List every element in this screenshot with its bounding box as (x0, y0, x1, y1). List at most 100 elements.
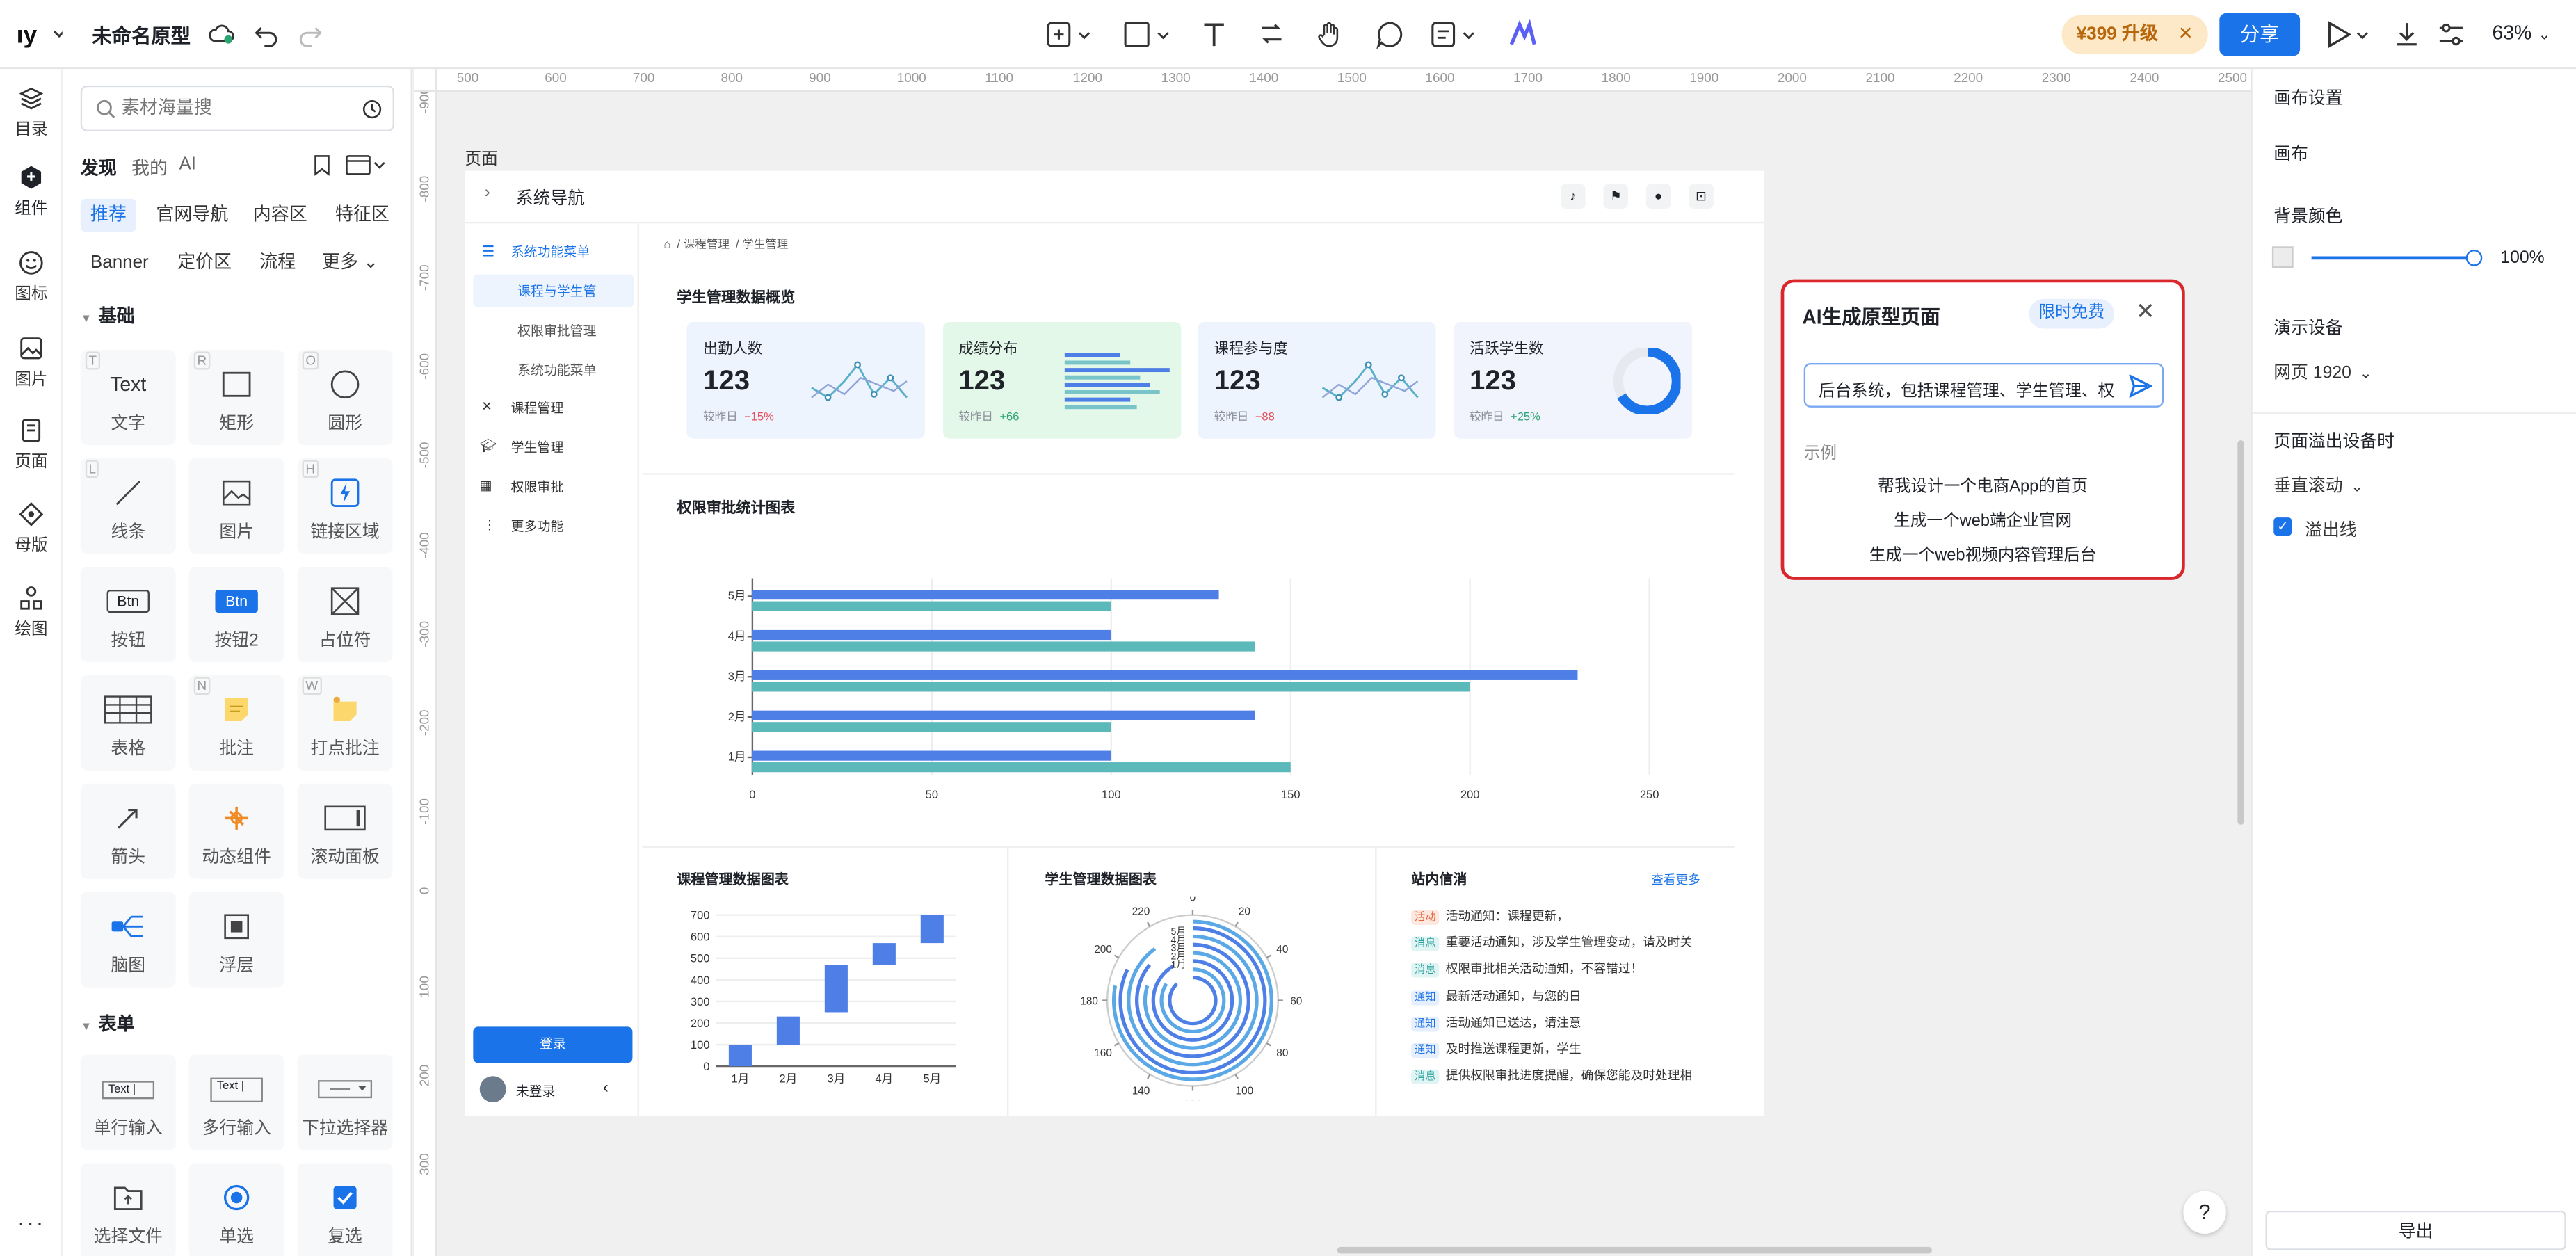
component-text[interactable]: T Text 文字 (80, 350, 176, 446)
component-dynamic-component[interactable]: 动态组件 (188, 783, 284, 879)
stat-card[interactable]: 成绩分布 123 较昨日 +66 (942, 321, 1181, 439)
upgrade-badge[interactable]: ¥399 升级 ✕ (2061, 15, 2208, 54)
note-tool-icon[interactable] (1431, 19, 1480, 49)
close-upgrade-icon[interactable]: ✕ (2178, 15, 2193, 54)
rail-item-draw[interactable]: 绘图 (0, 585, 63, 639)
flag-icon[interactable]: ⚑ (1603, 184, 1628, 209)
message-item[interactable]: 通知 最新活动通知，与您的日 (1411, 987, 1581, 1005)
rail-item-components[interactable]: 组件 (0, 164, 63, 218)
example-item[interactable]: 生成一个web视频内容管理后台 (1784, 540, 2182, 565)
chip-banner[interactable]: Banner (81, 246, 159, 279)
rail-item-icons[interactable]: 图标 (0, 250, 63, 304)
rectangle-tool-icon[interactable] (1124, 19, 1173, 49)
collapse-chevron-icon[interactable]: ‹ (603, 1079, 609, 1097)
component-mindmap[interactable]: 脑图 (80, 892, 176, 988)
music-icon[interactable]: ♪ (1561, 184, 1586, 209)
export-button[interactable]: 导出 (2265, 1210, 2566, 1250)
preview-play-icon[interactable] (2325, 19, 2374, 49)
bg-color-swatch[interactable] (2271, 246, 2294, 268)
stat-card[interactable]: 课程参与度 123 较昨日 −88 (1198, 321, 1436, 439)
ai-prompt-input[interactable]: 后台系统，包括课程管理、学生管理、权 (1803, 363, 2164, 408)
component-file-select[interactable]: 选择文件 (80, 1163, 176, 1256)
doc-title[interactable]: 未命名原型 (92, 22, 191, 49)
search-box[interactable] (80, 85, 394, 131)
download-icon[interactable] (2392, 19, 2422, 49)
vertical-scrollbar[interactable] (2237, 440, 2244, 825)
opacity-slider-handle[interactable] (2465, 250, 2483, 266)
hand-tool-icon[interactable] (1316, 19, 1346, 49)
overflow-select[interactable]: 垂直滚动 ⌄ (2273, 473, 2363, 497)
opacity-slider-track[interactable] (2311, 256, 2473, 260)
insert-icon[interactable] (1045, 19, 1094, 49)
tab-ai[interactable]: AI (179, 154, 196, 174)
search-input[interactable] (121, 93, 352, 124)
component-overlay[interactable]: 浮层 (188, 892, 284, 988)
component-radio[interactable]: 单选 (188, 1163, 284, 1256)
user-circle-icon[interactable]: ● (1645, 184, 1671, 209)
component-dropdown-select[interactable]: 下拉选择器 (297, 1054, 393, 1150)
close-icon[interactable]: ✕ (2136, 298, 2155, 325)
rail-item-directory[interactable]: 目录 (0, 86, 63, 140)
device-select[interactable]: 网页 1920 ⌄ (2273, 360, 2372, 384)
inbox-more-link[interactable]: 查看更多 (1651, 871, 1700, 889)
redo-icon[interactable] (296, 19, 325, 49)
proto-login-button[interactable]: 登录 (473, 1026, 633, 1063)
tab-mine[interactable]: 我的 (131, 154, 168, 181)
section-form[interactable]: ▼ 表单 (81, 1011, 135, 1037)
overflow-line-checkbox[interactable]: ✓ (2273, 517, 2292, 536)
rail-more-button[interactable]: ··· (0, 1209, 63, 1236)
component-scroll-panel[interactable]: 滚动面板 (297, 783, 393, 879)
message-item[interactable]: 通知 活动通知已送达，请注意 (1411, 1013, 1581, 1031)
rail-item-master[interactable]: 母版 (0, 501, 63, 555)
logo-menu[interactable]: ıy (17, 22, 63, 48)
history-icon[interactable] (362, 99, 383, 120)
page-label[interactable]: 页面 (465, 145, 498, 169)
help-button[interactable]: ? (2183, 1191, 2226, 1234)
component-checkbox[interactable]: 复选 (297, 1163, 393, 1256)
breadcrumb-item[interactable]: 课程管理 (684, 240, 730, 252)
message-item[interactable]: 消息 重要活动通知，涉及学生管理变动，请及时关 (1411, 933, 1692, 952)
chip-recommend[interactable]: 推荐 (80, 198, 137, 232)
chip-site-nav[interactable]: 官网导航 (146, 199, 238, 232)
connector-tool-icon[interactable] (1257, 19, 1287, 49)
example-item[interactable]: 帮我设计一个电商App的首页 (1784, 472, 2182, 496)
ai-logo-icon[interactable] (1508, 19, 1538, 49)
example-item[interactable]: 生成一个web端企业官网 (1784, 506, 2182, 531)
zoom-select[interactable]: 63% ⌄ (2492, 22, 2550, 45)
text-tool-icon[interactable] (1199, 19, 1229, 49)
component-single-line-input[interactable]: Text | 单行输入 (80, 1054, 176, 1150)
message-item[interactable]: 消息 权限审批相关活动通知，不容错过！ (1411, 960, 1643, 979)
component-arrow[interactable]: 箭头 (80, 783, 176, 879)
home-icon[interactable]: ⌂ (663, 240, 670, 252)
settings-sliders-icon[interactable] (2436, 19, 2466, 49)
component-button2[interactable]: Btn 按钮2 (188, 566, 284, 662)
component-pin-annotation[interactable]: W 打点批注 (297, 675, 393, 771)
section-basic[interactable]: ▼ 基础 (81, 303, 135, 329)
component-table[interactable]: 表格 (80, 675, 176, 771)
comment-tool-icon[interactable] (1375, 19, 1405, 49)
message-item[interactable]: 消息 提供权限审批进度提醒，确保您能及时处理相 (1411, 1067, 1692, 1085)
chip-content[interactable]: 内容区 (243, 199, 317, 232)
rail-item-images[interactable]: 图片 (0, 335, 63, 389)
breadcrumb-item[interactable]: 学生管理 (742, 240, 788, 252)
bookmark-icon[interactable] (312, 154, 332, 176)
chip-more[interactable]: 更多 ⌄ (312, 246, 388, 279)
message-item[interactable]: 通知 及时推送课程更新，学生 (1411, 1040, 1581, 1058)
stat-card[interactable]: 活跃学生数 123 较昨日 +25% (1453, 321, 1691, 439)
proto-menu-course-student[interactable]: 课程与学生管 (473, 274, 634, 307)
tab-discover[interactable]: 发现 (81, 154, 117, 181)
component-circle[interactable]: O 圆形 (297, 350, 393, 446)
undo-icon[interactable] (251, 19, 281, 49)
send-icon[interactable] (2129, 374, 2152, 398)
layout-toggle-icon[interactable] (345, 154, 387, 176)
stat-card[interactable]: 出勤人数 123 较昨日 −15% (686, 321, 925, 439)
component-rectangle[interactable]: R 矩形 (188, 350, 284, 446)
component-image[interactable]: 图片 (188, 458, 284, 554)
component-placeholder[interactable]: 占位符 (297, 566, 393, 662)
chip-pricing[interactable]: 定价区 (168, 246, 241, 279)
share-button[interactable]: 分享 (2219, 13, 2301, 56)
message-item[interactable]: 活动 活动通知：课程更新， (1411, 907, 1569, 925)
chip-flow[interactable]: 流程 (250, 246, 305, 279)
component-button[interactable]: Btn 按钮 (80, 566, 176, 662)
component-annotation[interactable]: N 批注 (188, 675, 284, 771)
